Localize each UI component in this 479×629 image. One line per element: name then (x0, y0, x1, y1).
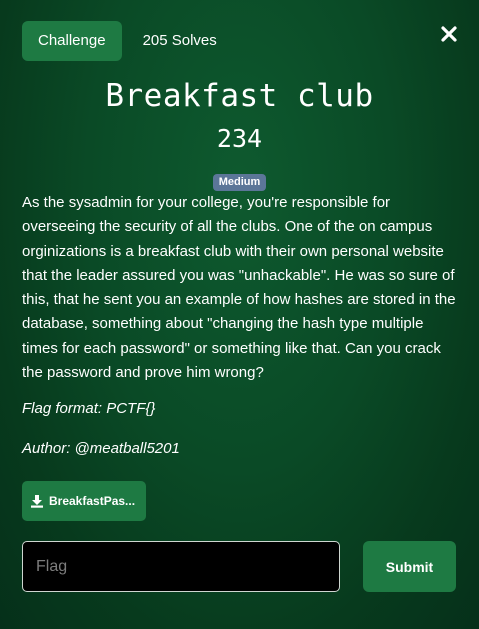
close-icon[interactable] (438, 23, 460, 45)
challenge-description: As the sysadmin for your college, you're… (22, 194, 456, 382)
challenge-title: Breakfast club (105, 78, 374, 114)
challenge-points: 234 (216, 124, 263, 153)
file-download-label: BreakfastPas... (49, 494, 136, 508)
file-download-button[interactable]: BreakfastPas... (22, 481, 146, 521)
difficulty-badge: Medium (212, 174, 267, 191)
challenge-author: Author: @meatball5201 (22, 440, 180, 457)
flag-input[interactable] (22, 541, 340, 592)
tab-challenge[interactable]: Challenge (22, 21, 122, 61)
tab-bar: Challenge 205 Solves (22, 21, 217, 61)
tab-solves[interactable]: 205 Solves (143, 21, 217, 61)
submit-button[interactable]: Submit (363, 541, 456, 592)
difficulty-row: Medium (0, 172, 479, 191)
download-icon (30, 494, 44, 508)
flag-format: Flag format: PCTF{} (22, 400, 156, 417)
